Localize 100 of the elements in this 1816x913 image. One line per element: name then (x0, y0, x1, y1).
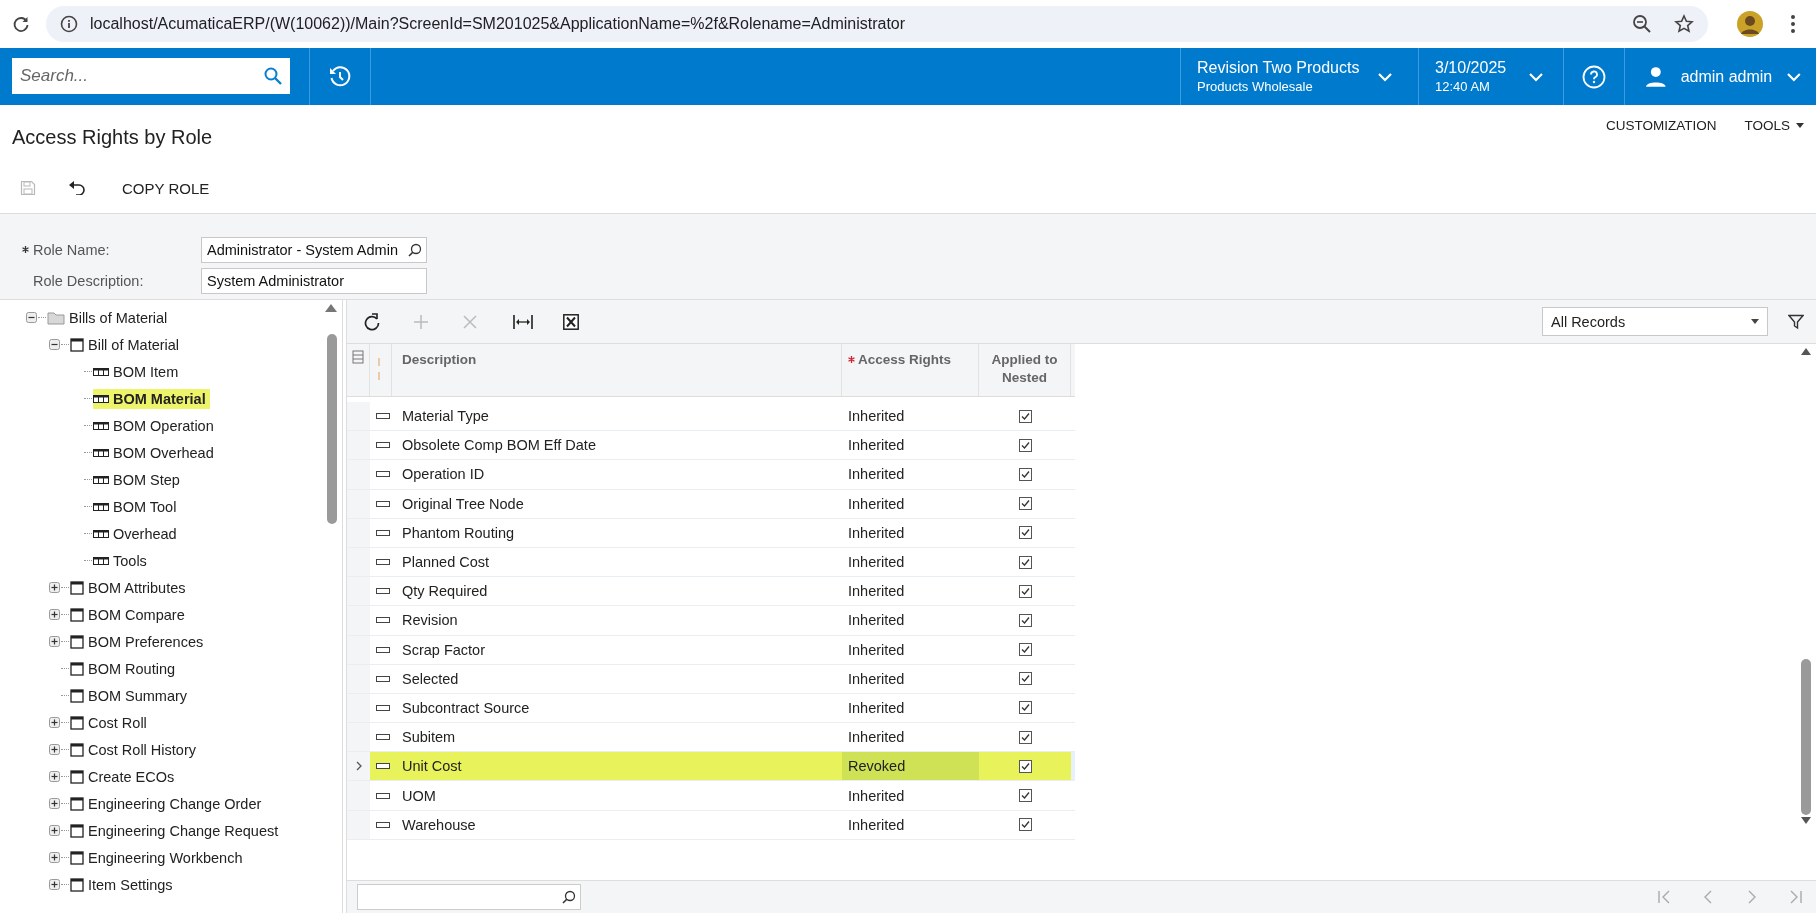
expand-icon[interactable] (49, 609, 60, 620)
checked-checkbox[interactable] (1018, 555, 1032, 569)
column-header[interactable]: Access Rights (858, 352, 952, 367)
history-icon[interactable] (328, 64, 352, 89)
tree-item[interactable]: BOM Tool (93, 496, 181, 517)
table-row[interactable]: Scrap Factor Inherited (347, 635, 1075, 665)
table-row[interactable]: Selected Inherited (347, 664, 1075, 694)
checked-checkbox[interactable] (1018, 613, 1032, 627)
table-cell[interactable]: Inherited (842, 787, 905, 804)
tree-item[interactable]: Tools (93, 550, 151, 571)
checked-checkbox[interactable] (1018, 438, 1032, 452)
tree-item[interactable]: Bills of Material (47, 307, 172, 328)
expand-icon[interactable] (49, 771, 60, 782)
table-cell[interactable]: Inherited (842, 612, 905, 629)
table-cell[interactable]: Inherited (842, 554, 905, 571)
tree-item[interactable]: BOM Summary (70, 685, 192, 706)
menu-button[interactable]: CUSTOMIZATION (1605, 117, 1717, 133)
table-row[interactable]: Revision Inherited (347, 606, 1075, 636)
checked-checkbox[interactable] (1018, 789, 1032, 803)
tree-item[interactable]: Engineering Change Order (70, 793, 266, 814)
collapse-icon[interactable] (26, 312, 37, 323)
menu-button[interactable]: TOOLS (1744, 117, 1804, 133)
tree-item[interactable]: BOM Item (93, 361, 183, 382)
copy-role-button[interactable]: COPY ROLE (116, 179, 210, 197)
tree-item[interactable]: BOM Operation (93, 415, 218, 436)
checked-checkbox[interactable] (1018, 409, 1032, 423)
table-row[interactable]: Original Tree Node Inherited (347, 489, 1075, 519)
column-header[interactable]: Description (402, 352, 477, 367)
tree-item[interactable]: Cost Roll (70, 712, 151, 733)
tree-item[interactable]: BOM Overhead (93, 442, 218, 463)
tree-item[interactable]: Engineering Change Request (70, 820, 283, 841)
search-field[interactable]: Search... (12, 58, 290, 94)
table-cell[interactable]: Inherited (842, 524, 905, 541)
checked-checkbox[interactable] (1018, 818, 1032, 832)
checked-checkbox[interactable] (1018, 497, 1032, 511)
tree-item[interactable]: BOM Preferences (70, 631, 208, 652)
checked-checkbox[interactable] (1018, 701, 1032, 715)
collapse-icon[interactable] (49, 339, 60, 350)
company-selector[interactable]: Revision Two Products Products Wholesale (1180, 48, 1418, 105)
help-icon[interactable] (1582, 64, 1606, 89)
table-cell[interactable]: Inherited (842, 583, 905, 600)
tree-item[interactable]: Create ECOs (70, 766, 179, 787)
column-header[interactable]: Applied to Nested (989, 351, 1060, 387)
date-selector[interactable]: 3/10/2025 12:40 AM (1418, 48, 1563, 105)
filter-dropdown[interactable]: All Records (1542, 307, 1768, 336)
table-cell[interactable]: Inherited (842, 641, 905, 658)
table-cell[interactable]: Inherited (842, 699, 905, 716)
tree-item[interactable]: BOM Material (93, 388, 210, 409)
avatar-icon[interactable] (1736, 10, 1764, 38)
expand-icon[interactable] (49, 798, 60, 809)
lookup-field[interactable]: Administrator - System Admin (201, 236, 427, 263)
search-field[interactable] (357, 884, 581, 910)
input-field[interactable]: System Administrator (201, 267, 427, 294)
tree-item[interactable]: BOM Step (93, 469, 184, 490)
checked-checkbox[interactable] (1018, 467, 1032, 481)
reload-icon[interactable] (12, 15, 30, 33)
table-row[interactable]: Planned Cost Inherited (347, 547, 1075, 578)
scrollbar-thumb[interactable] (1801, 659, 1811, 815)
info-icon[interactable] (60, 15, 78, 33)
tree-item[interactable]: BOM Attributes (70, 577, 190, 598)
checked-checkbox[interactable] (1018, 643, 1032, 657)
table-row[interactable]: Obsolete Comp BOM Eff Date Inherited (347, 431, 1075, 461)
search-icon[interactable] (408, 242, 422, 257)
star-icon[interactable] (1674, 14, 1694, 34)
table-cell[interactable]: Inherited (842, 816, 905, 833)
column-chooser-icon[interactable] (352, 350, 364, 364)
tree-item[interactable]: Engineering Workbench (70, 847, 247, 868)
checked-checkbox[interactable] (1018, 730, 1032, 744)
table-cell[interactable]: Inherited (842, 466, 905, 483)
zoom-icon[interactable] (1632, 14, 1652, 34)
expand-icon[interactable] (49, 879, 60, 890)
table-cell[interactable]: Inherited (842, 408, 905, 425)
table-row[interactable]: Warehouse Inherited (347, 810, 1075, 840)
checked-checkbox[interactable] (1018, 759, 1032, 773)
user-menu[interactable]: admin admin (1624, 48, 1816, 105)
tree-item[interactable]: BOM Compare (70, 604, 189, 625)
tree-item[interactable]: Item Settings (70, 874, 177, 895)
checked-checkbox[interactable] (1018, 584, 1032, 598)
tree-item[interactable]: BOM Routing (70, 658, 180, 679)
expand-icon[interactable] (49, 582, 60, 593)
checked-checkbox[interactable] (1018, 526, 1032, 540)
table-row[interactable]: Qty Required Inherited (347, 577, 1075, 607)
expand-icon[interactable] (49, 825, 60, 836)
filter-icon[interactable] (1788, 313, 1804, 330)
table-cell[interactable]: Inherited (842, 670, 905, 687)
tree-item[interactable]: Cost Roll History (70, 739, 200, 760)
scroll-down-icon[interactable] (1801, 817, 1811, 824)
expand-icon[interactable] (49, 636, 60, 647)
expand-icon[interactable] (49, 717, 60, 728)
table-row[interactable]: Operation ID Inherited (347, 460, 1075, 490)
tree-item[interactable]: Overhead (93, 523, 181, 544)
expand-icon[interactable] (49, 852, 60, 863)
table-cell[interactable]: Inherited (842, 437, 905, 454)
scroll-up-icon[interactable] (1801, 348, 1811, 355)
checked-checkbox[interactable] (1018, 672, 1032, 686)
scrollbar-thumb[interactable] (327, 334, 337, 524)
table-cell[interactable]: Inherited (842, 729, 905, 746)
tree-item[interactable]: Bill of Material (70, 334, 184, 355)
table-row[interactable]: Unit Cost Revoked (347, 752, 1075, 782)
table-row[interactable]: UOM Inherited (347, 781, 1075, 811)
